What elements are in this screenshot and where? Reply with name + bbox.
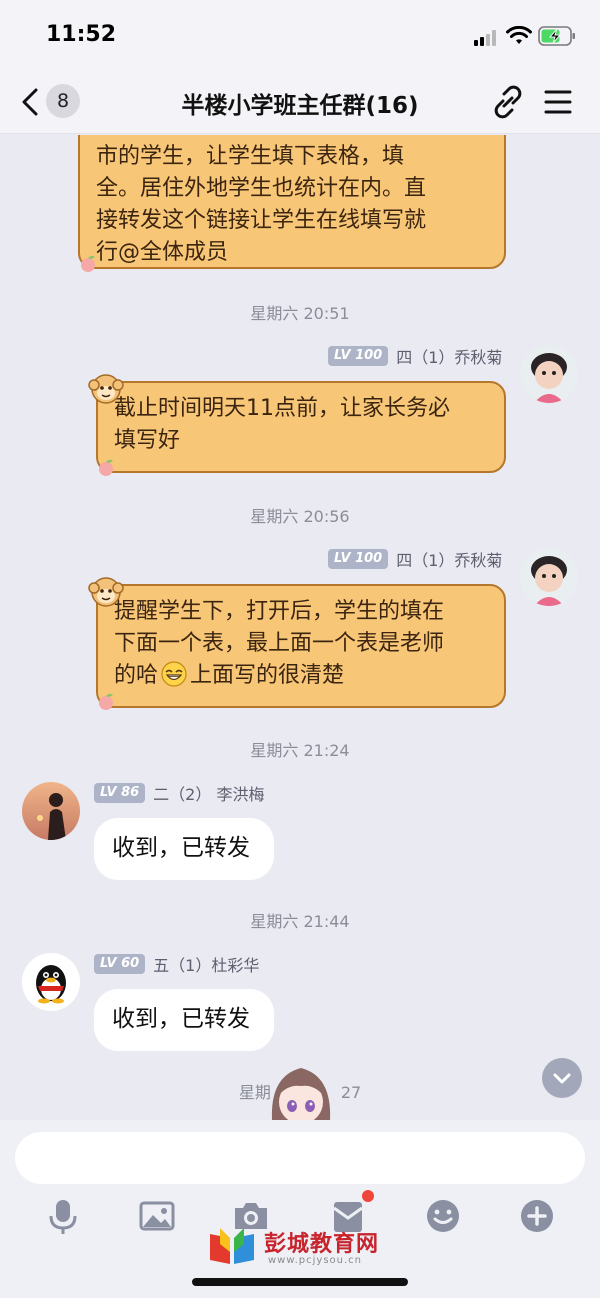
unread-count-badge: 8 <box>46 84 80 118</box>
timestamp: 星期六 21:44 <box>250 912 350 931</box>
sender-meta: LV 100 四（1）乔秋菊 <box>328 345 502 367</box>
message-bubble[interactable]: 收到，已转发 <box>94 818 274 880</box>
microphone-icon[interactable] <box>43 1196 83 1236</box>
message-line: 接转发这个链接让学生在线填写就 <box>96 208 427 233</box>
back-button[interactable]: 8 <box>20 84 80 120</box>
wifi-icon <box>506 26 532 44</box>
watermark-logo: 彭城教育网 www.pcjysou.cn <box>206 1222 406 1272</box>
qq-penguin-icon <box>22 953 80 1011</box>
notification-dot <box>362 1190 374 1202</box>
menu-icon[interactable] <box>544 88 572 116</box>
status-time: 11:52 <box>46 22 117 47</box>
timestamp: 星期六 20:56 <box>250 507 350 526</box>
avatar-child-image <box>520 345 578 403</box>
level-badge: LV 100 <box>328 346 389 366</box>
message-line: 填写好 <box>114 428 181 453</box>
message-bubble[interactable]: 提醒学生下，打开后，学生的填在 下面一个表，最上面一个表是老师 的哈 上面写的很… <box>96 584 506 708</box>
message-text: 收到，已转发 <box>112 1006 250 1032</box>
avatar-child-image <box>520 548 578 606</box>
sender-meta: LV 86 二（2） 李洪梅 <box>94 782 264 804</box>
book-logo-icon <box>210 1228 254 1264</box>
sender-meta: LV 60 五（1）杜彩华 <box>94 953 259 975</box>
message-text: 上面写的很清楚 <box>190 663 345 688</box>
message-text: 收到，已转发 <box>112 835 250 861</box>
peach-icon <box>81 255 95 272</box>
nav-bar: 8 半楼小学班主任群(16) <box>0 70 600 134</box>
message-line-with-emoji: 的哈 上面写的很清楚 <box>114 660 490 692</box>
sender-meta: LV 100 四（1）乔秋菊 <box>328 548 502 570</box>
chevron-down-icon <box>553 1073 571 1084</box>
signal-icon <box>474 28 500 46</box>
monkey-decoration-icon <box>88 577 124 607</box>
home-indicator <box>192 1278 408 1286</box>
chat-title: 半楼小学班主任群(16) <box>181 93 419 119</box>
level-badge: LV 100 <box>328 549 389 569</box>
level-badge: LV 60 <box>94 954 146 974</box>
sender-name: 四（1）乔秋菊 <box>396 551 503 570</box>
sender-name: 二（2） 李洪梅 <box>153 785 265 804</box>
scroll-to-bottom-button[interactable] <box>542 1058 582 1098</box>
emoji-icon[interactable] <box>423 1196 463 1236</box>
peach-icon <box>99 459 113 476</box>
peach-icon <box>99 693 113 710</box>
message-bubble[interactable]: 收到，已转发 <box>94 989 274 1051</box>
anime-girl-decoration <box>271 1068 331 1120</box>
plus-icon[interactable] <box>517 1196 557 1236</box>
image-icon[interactable] <box>137 1196 177 1236</box>
avatar[interactable] <box>520 345 578 403</box>
link-icon[interactable] <box>490 84 526 120</box>
timestamp-fragment: 27 <box>340 1083 362 1102</box>
message-line: 下面一个表，最上面一个表是老师 <box>114 631 445 656</box>
chat-area[interactable]: 市的学生，让学生填下表格，填 全。居住外地学生也统计在内。直 接转发这个链接让学… <box>0 135 600 1135</box>
message-line: 行@全体成员 <box>96 240 229 265</box>
message-input[interactable] <box>15 1132 585 1184</box>
sender-name: 五（1）杜彩华 <box>153 956 260 975</box>
watermark-title: 彭城教育网 <box>264 1231 380 1257</box>
avatar[interactable] <box>520 548 578 606</box>
message-line: 提醒学生下，打开后，学生的填在 <box>114 599 445 624</box>
monkey-decoration-icon <box>88 374 124 404</box>
message-line: 市的学生，让学生填下表格，填 <box>96 144 405 169</box>
message-line: 全。居住外地学生也统计在内。直 <box>96 176 427 201</box>
status-bar: 11:52 <box>0 0 600 70</box>
message-bubble[interactable]: 截止时间明天11点前，让家长务必 填写好 <box>96 381 506 473</box>
sender-name: 四（1）乔秋菊 <box>396 348 503 367</box>
level-badge: LV 86 <box>94 783 146 803</box>
avatar-silhouette-image <box>22 782 80 840</box>
message-line: 截止时间明天11点前，让家长务必 <box>114 396 450 421</box>
grin-emoji-icon <box>161 661 187 687</box>
message-text: 的哈 <box>114 663 159 688</box>
timestamp-fragment: 星期 <box>238 1083 271 1102</box>
timestamp: 星期六 20:51 <box>250 304 350 323</box>
avatar[interactable] <box>22 953 80 1011</box>
battery-charging-icon <box>538 26 575 46</box>
timestamp: 星期六 21:24 <box>250 741 350 760</box>
message-bubble[interactable]: 市的学生，让学生填下表格，填 全。居住外地学生也统计在内。直 接转发这个链接让学… <box>78 135 506 269</box>
watermark-url: www.pcjysou.cn <box>268 1255 363 1266</box>
chevron-left-icon <box>22 88 38 116</box>
avatar[interactable] <box>22 782 80 840</box>
